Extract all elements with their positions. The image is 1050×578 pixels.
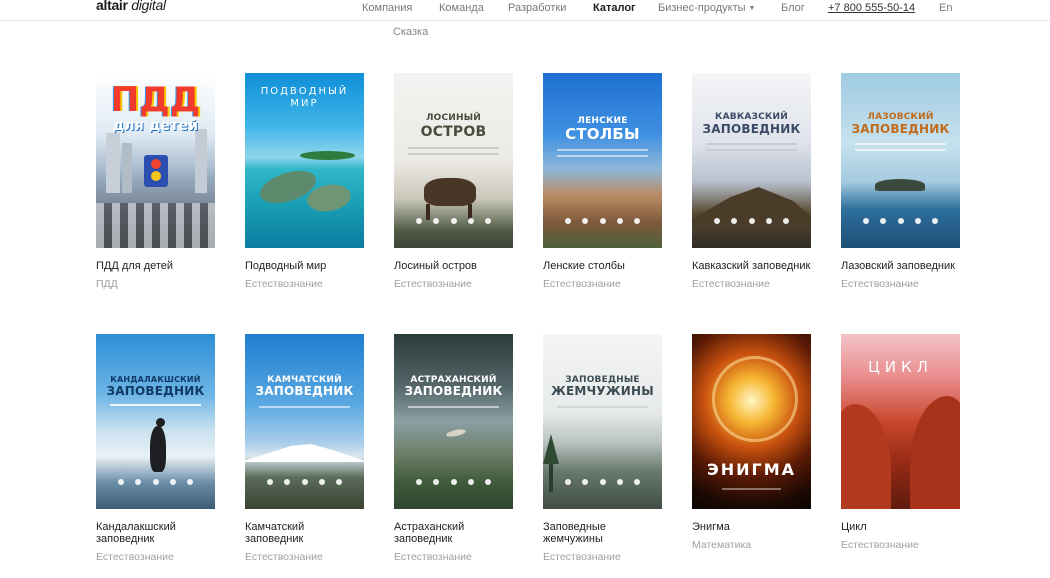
card-cover[interactable]: ЭНИГМА bbox=[692, 334, 811, 509]
card-category: ПДД bbox=[96, 278, 118, 290]
catalog-card[interactable]: ЭНИГМА Энигма Математика bbox=[692, 334, 811, 551]
language-switch[interactable]: En bbox=[939, 2, 952, 14]
card-cover[interactable]: ЛАЗОВСКИЙ ЗАПОВЕДНИК bbox=[841, 73, 960, 248]
card-cover[interactable]: КАМЧАТСКИЙ ЗАПОВЕДНИК bbox=[245, 334, 364, 509]
nav-developments[interactable]: Разработки bbox=[508, 2, 566, 14]
card-cover[interactable]: КАНДАЛАКШСКИЙ ЗАПОВЕДНИК bbox=[96, 334, 215, 509]
card-title[interactable]: ПДД для детей bbox=[96, 260, 215, 272]
card-title[interactable]: Камчатский заповедник bbox=[245, 521, 364, 545]
card-title[interactable]: Кавказский заповедник bbox=[692, 260, 811, 272]
card-cover[interactable]: ЛЕНСКИЕ СТОЛБЫ bbox=[543, 73, 662, 248]
card-cover[interactable]: ЗАПОВЕДНЫЕ ЖЕМЧУЖИНЫ bbox=[543, 334, 662, 509]
card-category: Математика bbox=[692, 539, 752, 551]
card-title[interactable]: Кандалакшский заповедник bbox=[96, 521, 215, 545]
phone-link[interactable]: +7 800 555-50-14 bbox=[828, 2, 915, 14]
catalog-card[interactable]: ЛОСИНЫЙ ОСТРОВ Лосиный остров Естествозн… bbox=[394, 73, 513, 290]
card-cover[interactable]: ЛОСИНЫЙ ОСТРОВ bbox=[394, 73, 513, 248]
catalog-card[interactable]: ЗАПОВЕДНЫЕ ЖЕМЧУЖИНЫ Заповедные жемчужин… bbox=[543, 334, 662, 563]
card-title[interactable]: Лазовский заповедник bbox=[841, 260, 960, 272]
card-cover[interactable]: ПОДВОДНЫЙ МИР bbox=[245, 73, 364, 248]
catalog-card[interactable]: АСТРАХАНСКИЙ ЗАПОВЕДНИК Астраханский зап… bbox=[394, 334, 513, 563]
catalog-card[interactable]: КАМЧАТСКИЙ ЗАПОВЕДНИК Камчатский заповед… bbox=[245, 334, 364, 563]
card-category: Естествознание bbox=[543, 278, 621, 290]
card-category: Естествознание bbox=[245, 278, 323, 290]
catalog-card[interactable]: ЛАЗОВСКИЙ ЗАПОВЕДНИК Лазовский заповедни… bbox=[841, 73, 960, 290]
card-category: Естествознание bbox=[394, 278, 472, 290]
card-title[interactable]: Лосиный остров bbox=[394, 260, 513, 272]
card-title[interactable]: Ленские столбы bbox=[543, 260, 662, 272]
nav-blog[interactable]: Блог bbox=[781, 2, 805, 14]
caret-down-icon: ▼ bbox=[748, 5, 756, 12]
card-title[interactable]: Заповедные жемчужины bbox=[543, 521, 662, 545]
site-header: altair digital Компания Команда Разработ… bbox=[0, 0, 1050, 21]
card-category: Естествознание bbox=[841, 278, 919, 290]
catalog-card[interactable]: ПДД для детей ПДД для детей ПДД bbox=[96, 73, 215, 290]
nav-business-products[interactable]: Бизнес-продукты ▼ bbox=[658, 2, 755, 14]
altair-digital-logo[interactable]: altair digital bbox=[96, 0, 166, 13]
card-category: Естествознание bbox=[394, 551, 472, 563]
card-title[interactable]: Астраханский заповедник bbox=[394, 521, 513, 545]
catalog-card[interactable]: ПОДВОДНЫЙ МИР Подводный мир Естествознан… bbox=[245, 73, 364, 290]
card-category: Естествознание bbox=[841, 539, 919, 551]
nav-team[interactable]: Команда bbox=[439, 2, 484, 14]
card-cover[interactable]: АСТРАХАНСКИЙ ЗАПОВЕДНИК bbox=[394, 334, 513, 509]
previous-row-category: Сказка bbox=[393, 26, 429, 38]
card-cover[interactable]: ЦИКЛ bbox=[841, 334, 960, 509]
nav-catalog[interactable]: Каталог bbox=[593, 2, 636, 14]
card-cover[interactable]: КАВКАЗСКИЙ ЗАПОВЕДНИК bbox=[692, 73, 811, 248]
card-title[interactable]: Энигма bbox=[692, 521, 811, 533]
card-title[interactable]: Цикл bbox=[841, 521, 960, 533]
card-category: Естествознание bbox=[245, 551, 323, 563]
nav-company[interactable]: Компания bbox=[362, 2, 412, 14]
catalog-card[interactable]: КАВКАЗСКИЙ ЗАПОВЕДНИК Кавказский заповед… bbox=[692, 73, 811, 290]
card-category: Естествознание bbox=[543, 551, 621, 563]
card-cover[interactable]: ПДД для детей bbox=[96, 73, 215, 248]
catalog-card[interactable]: ЛЕНСКИЕ СТОЛБЫ Ленские столбы Естествозн… bbox=[543, 73, 662, 290]
catalog-card[interactable]: КАНДАЛАКШСКИЙ ЗАПОВЕДНИК Кандалакшский з… bbox=[96, 334, 215, 563]
card-category: Естествознание bbox=[692, 278, 770, 290]
card-category: Естествознание bbox=[96, 551, 174, 563]
card-title[interactable]: Подводный мир bbox=[245, 260, 364, 272]
catalog-card[interactable]: ЦИКЛ Цикл Естествознание bbox=[841, 334, 960, 551]
